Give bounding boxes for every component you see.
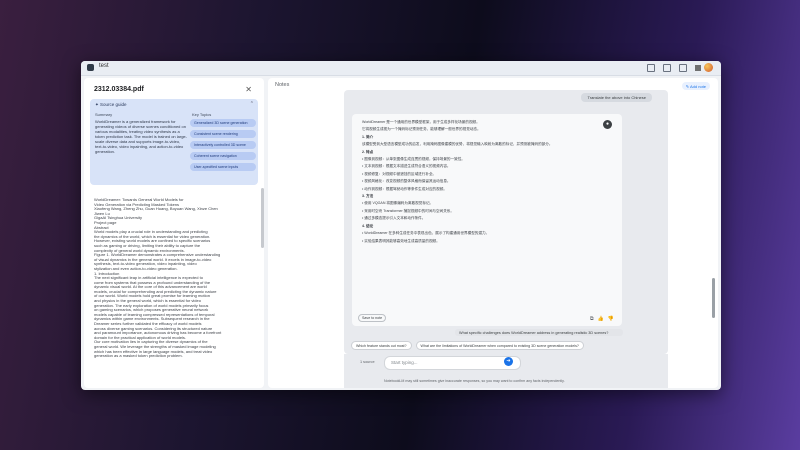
response-paragraph: • 视频风格化：改变视频的整体风格而保留其运动信息。 [362, 179, 451, 184]
thumbs-up-icon[interactable]: 👍 [598, 316, 604, 322]
response-paragraph: • 文本到视频：根据文本描述生成符合语义的视频内容。 [362, 164, 451, 169]
response-paragraph: 4. 结论 [362, 223, 374, 228]
response-paragraph: 2. 特点 [362, 149, 374, 154]
save-to-note-button[interactable]: Save to note [358, 314, 387, 322]
response-paragraph: • 通过多模态提示引入文本和动作条件。 [362, 216, 426, 221]
apps-grid-icon[interactable] [695, 65, 701, 71]
analytics-icon[interactable] [647, 64, 655, 72]
response-paragraph: • 使用 VQGAN 将图像编码为离散视觉标记。 [362, 201, 434, 206]
topic-chip[interactable]: Coherent scene navigation [190, 152, 256, 160]
response-paragraph: • 采用时空块 Transformer 捕捉视频中的时间与空间关系。 [362, 208, 454, 213]
top-bar: test [81, 61, 721, 76]
chat-input[interactable]: Start typing... [384, 356, 521, 370]
pin-icon[interactable]: ● [603, 120, 612, 129]
suggestion-chip[interactable]: Which feature stands out most? [351, 341, 412, 350]
response-paragraph: • 动作到视频：根据驾驶动作等条件生成对应的视频。 [362, 186, 447, 191]
response-paragraph: • 实验结果表明其能够高效地生成高质量的视频。 [362, 238, 440, 243]
add-note-button[interactable]: ✎ Add note [681, 82, 710, 90]
thumbs-down-icon[interactable]: 👎 [608, 316, 614, 322]
source-guide: ✦ Source guide ⌃ Summary Key Topics Worl… [90, 99, 258, 185]
topic-chip[interactable]: User-specified scene inputs [190, 163, 256, 171]
response-paragraph: 该模型受到大型语言模型成功的启发，利用掩码图像建模的优势，将视觉输入映射为离散的… [362, 142, 553, 147]
source-line: generation as a masked token prediction … [94, 353, 183, 359]
app-window: test 2312.03384.pdf ✕ ✦ Source guide ⌃ S… [81, 61, 721, 390]
assistant-response: WorldDreamer 是一个通用的世界模型框架，用于生成多样化场景的视频。它… [352, 114, 622, 326]
notes-scrollbar[interactable] [712, 278, 715, 318]
app-logo[interactable] [87, 64, 94, 71]
source-count-badge[interactable]: 1 source [360, 360, 375, 364]
response-paragraph: • 图像到视频：从单张图像生成连贯的视频，保持场景的一致性。 [362, 157, 465, 162]
source-scrollbar[interactable] [261, 188, 264, 248]
close-icon[interactable]: ✕ [245, 85, 252, 94]
chat-panel: Translate the above into Chinese WorldDr… [344, 90, 668, 354]
top-actions [647, 64, 687, 72]
response-paragraph: • WorldDreamer 在多种生成任务中表现出色，展示了构建通用世界模型的… [362, 231, 490, 236]
user-message: Translate the above into Chinese [581, 93, 652, 102]
source-panel: 2312.03384.pdf ✕ ✦ Source guide ⌃ Summar… [84, 78, 264, 388]
topic-chip[interactable]: Consistent scene rendering [190, 130, 256, 138]
source-content: WorldDreamer: Towards General World Mode… [94, 198, 258, 388]
send-button[interactable]: ➜ [504, 357, 513, 366]
source-guide-title[interactable]: ✦ Source guide [95, 102, 127, 108]
notebook-title[interactable]: test [99, 63, 109, 69]
chevron-up-icon[interactable]: ⌃ [250, 101, 254, 107]
follow-up-question[interactable]: What specific challenges does WorldDream… [455, 329, 623, 336]
source-file-name: 2312.03384.pdf [94, 86, 144, 93]
summary-text: WorldDreamer is a generalized framework … [95, 119, 187, 154]
chat-input-area: 1 source Start typing... ➜ NotebookLM ma… [344, 354, 668, 388]
topic-chip[interactable]: Generalized 3D scene generation [190, 119, 256, 127]
response-paragraph: • 视频修复：对视频中被遮挡的区域进行补全。 [362, 171, 437, 176]
response-actions: ⧉ 👍 👎 [590, 316, 614, 322]
topic-list: Generalized 3D scene generation Consiste… [190, 119, 256, 174]
key-topics-label: Key Topics [192, 112, 212, 117]
response-paragraph: 1. 简介 [362, 134, 374, 139]
response-paragraph: WorldDreamer 是一个通用的世界模型框架，用于生成多样化场景的视频。 [362, 120, 480, 124]
disclaimer: NotebookLM may still sometimes give inac… [384, 379, 565, 383]
share-icon[interactable] [663, 64, 671, 72]
settings-icon[interactable] [679, 64, 687, 72]
chat-input-placeholder: Start typing... [391, 360, 418, 365]
summary-label: Summary [95, 112, 113, 117]
copy-icon[interactable]: ⧉ [590, 316, 594, 322]
notes-title: Notes [275, 82, 290, 88]
suggestion-chip[interactable]: What are the limitations of WorldDreamer… [415, 341, 584, 350]
topic-chip[interactable]: Interactively controlled 3D scene [190, 141, 256, 149]
response-text: WorldDreamer 是一个通用的世界模型框架，用于生成多样化场景的视频。它… [362, 120, 602, 246]
suggestion-chips: Which feature stands out most? What are … [351, 341, 584, 350]
avatar[interactable] [704, 63, 713, 72]
response-paragraph: 它将视频生成视为一个掩码标记预测任务，能够理解一般世界的视觉动态。 [362, 127, 481, 132]
response-paragraph: 3. 方法 [362, 194, 374, 199]
